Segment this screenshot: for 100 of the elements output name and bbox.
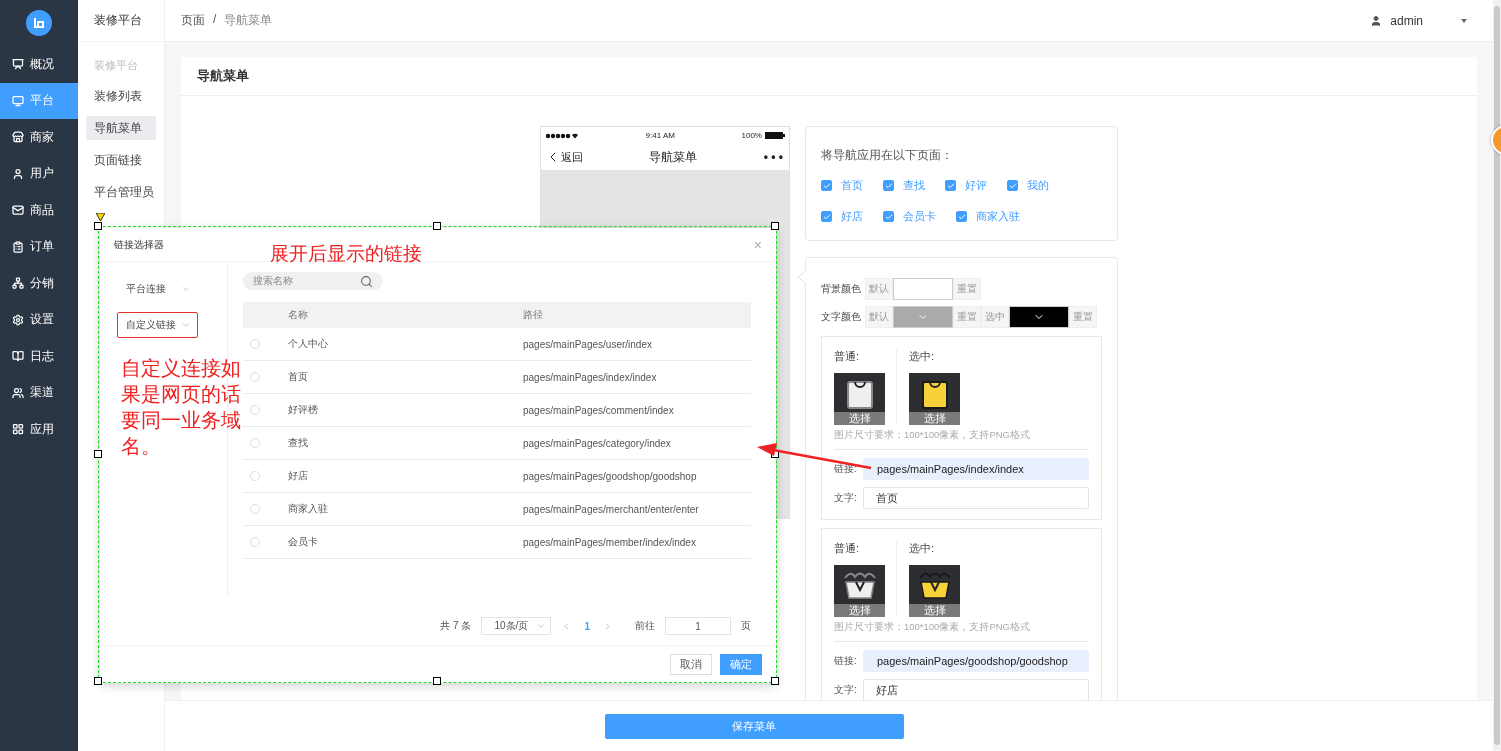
sidebar-item[interactable]: 概况 <box>0 46 78 83</box>
checkbox-label[interactable]: 商家入驻 <box>976 209 1020 224</box>
sidebar-item[interactable]: 用户 <box>0 155 78 192</box>
logo-icon <box>26 10 52 36</box>
choose-button[interactable]: 选择 <box>909 412 960 425</box>
annotation-text: 自定义连接如果是网页的话要同一业务域名。 <box>121 356 242 459</box>
radio-button[interactable] <box>250 438 260 448</box>
category-item[interactable]: 平台连接 <box>117 276 198 302</box>
book-icon <box>12 350 24 363</box>
page-size-select[interactable]: 10条/页 <box>481 617 552 635</box>
sidebar-item[interactable]: 设置 <box>0 301 78 338</box>
color-picker[interactable] <box>1009 306 1069 328</box>
radio-button[interactable] <box>250 405 260 415</box>
sidebar-item[interactable]: 平台 <box>0 82 78 119</box>
checkbox[interactable] <box>883 211 894 222</box>
back-label[interactable]: 返回 <box>561 149 583 165</box>
selection-handle[interactable] <box>94 222 102 230</box>
page-input[interactable]: 1 <box>665 617 731 635</box>
category-item[interactable]: 自定义链接 <box>117 312 198 338</box>
subnav-item[interactable]: 页面链接 <box>86 148 156 172</box>
sidebar-item[interactable]: 订单 <box>0 228 78 265</box>
checkbox[interactable] <box>945 180 956 191</box>
table-cell-text: pages/mainPages/member/index/index <box>523 536 697 548</box>
checkbox-label[interactable]: 首页 <box>841 178 863 193</box>
table-cell-text: 好评榜 <box>288 403 319 417</box>
sidebar-item[interactable]: 应用 <box>0 411 78 448</box>
sidebar-item[interactable]: 商家 <box>0 119 78 156</box>
color-option-label: 默认 <box>865 306 893 328</box>
reset-button[interactable]: 重置 <box>953 278 981 300</box>
link-field[interactable]: pages/mainPages/goodshop/goodshop <box>863 650 1089 672</box>
selection-handle[interactable] <box>771 222 779 230</box>
checkbox[interactable] <box>956 211 967 222</box>
table-cell-text: 首页 <box>288 370 309 384</box>
color-picker[interactable] <box>893 278 953 300</box>
scrollbar[interactable] <box>1493 0 1501 751</box>
reset-button[interactable]: 重置 <box>1069 306 1097 328</box>
page-number[interactable]: 1 <box>584 620 590 632</box>
signal-icon <box>545 132 579 139</box>
card-title: 导航菜单 <box>181 57 1477 96</box>
field-label: 链接: <box>834 654 858 668</box>
checkbox-label[interactable]: 查找 <box>903 178 925 193</box>
envelope-icon <box>12 204 24 217</box>
table-cell-text: pages/mainPages/category/index <box>523 437 672 449</box>
user-name[interactable]: admin <box>1390 13 1423 28</box>
radio-button[interactable] <box>250 537 260 547</box>
choose-button[interactable]: 选择 <box>834 412 885 425</box>
sidebar-item[interactable]: 日志 <box>0 338 78 375</box>
sidebar-item[interactable]: 分销 <box>0 265 78 302</box>
page-checkbox[interactable]: 首页 <box>821 178 863 193</box>
radio-button[interactable] <box>250 372 260 382</box>
checkbox[interactable] <box>883 180 894 191</box>
total-count: 共 7 条 <box>440 619 472 633</box>
icon-label: 选中: <box>909 349 936 364</box>
choose-button[interactable]: 选择 <box>834 604 885 617</box>
color-picker[interactable] <box>893 306 953 328</box>
page-checkbox[interactable]: 好评 <box>945 178 987 193</box>
selection-handle[interactable] <box>432 222 441 230</box>
checkbox-label[interactable]: 好店 <box>841 209 863 224</box>
search-icon[interactable] <box>360 274 373 288</box>
subnav-section-title: 装修平台 <box>93 58 139 73</box>
breadcrumb-link[interactable]: 导航菜单 <box>224 12 273 29</box>
close-button[interactable]: × <box>753 236 762 253</box>
page-checkbox[interactable]: 商家入驻 <box>956 209 1020 224</box>
table-cell-text: pages/mainPages/merchant/enter/enter <box>523 503 700 515</box>
confirm-button[interactable]: 确定 <box>720 654 762 675</box>
selection-handle[interactable] <box>94 449 102 458</box>
page-checkbox[interactable]: 查找 <box>883 178 925 193</box>
more-menu[interactable]: • • • <box>763 150 783 164</box>
checkbox-label[interactable]: 我的 <box>1027 178 1049 193</box>
subnav-item[interactable]: 导航菜单 <box>86 116 156 140</box>
radio-button[interactable] <box>250 504 260 514</box>
radio-button[interactable] <box>250 471 260 481</box>
color-option-label: 选中 <box>981 306 1009 328</box>
selection-handle[interactable] <box>771 677 779 685</box>
save-button[interactable]: 保存菜单 <box>604 713 904 739</box>
choose-button[interactable]: 选择 <box>909 604 960 617</box>
sidebar-item[interactable]: 渠道 <box>0 374 78 411</box>
link-field[interactable]: pages/mainPages/index/index <box>863 458 1089 480</box>
cancel-button[interactable]: 取消 <box>670 654 712 675</box>
color-label: 文字颜色 <box>821 310 862 324</box>
radio-button[interactable] <box>250 339 260 349</box>
page-checkbox[interactable]: 我的 <box>1007 178 1049 193</box>
search-field[interactable]: 搜索名称 <box>243 272 383 290</box>
breadcrumb-link[interactable]: 页面 <box>181 12 205 29</box>
checkbox-label[interactable]: 会员卡 <box>903 209 936 224</box>
checkbox[interactable] <box>1007 180 1018 191</box>
checkbox-label[interactable]: 好评 <box>965 178 987 193</box>
sidebar-item[interactable]: 商品 <box>0 192 78 229</box>
subnav-item[interactable]: 装修列表 <box>86 84 156 108</box>
text-field[interactable]: 首页 <box>863 487 1089 509</box>
page-checkbox[interactable]: 好店 <box>821 209 863 224</box>
subnav-item[interactable]: 平台管理员 <box>86 180 156 204</box>
checkbox[interactable] <box>821 211 832 222</box>
color-option-label: 默认 <box>865 278 893 300</box>
reset-button[interactable]: 重置 <box>953 306 981 328</box>
page-checkbox[interactable]: 会员卡 <box>883 209 936 224</box>
checkbox[interactable] <box>821 180 832 191</box>
selection-handle[interactable] <box>94 677 102 685</box>
selection-handle[interactable] <box>432 677 441 685</box>
color-label: 背景颜色 <box>821 282 862 296</box>
